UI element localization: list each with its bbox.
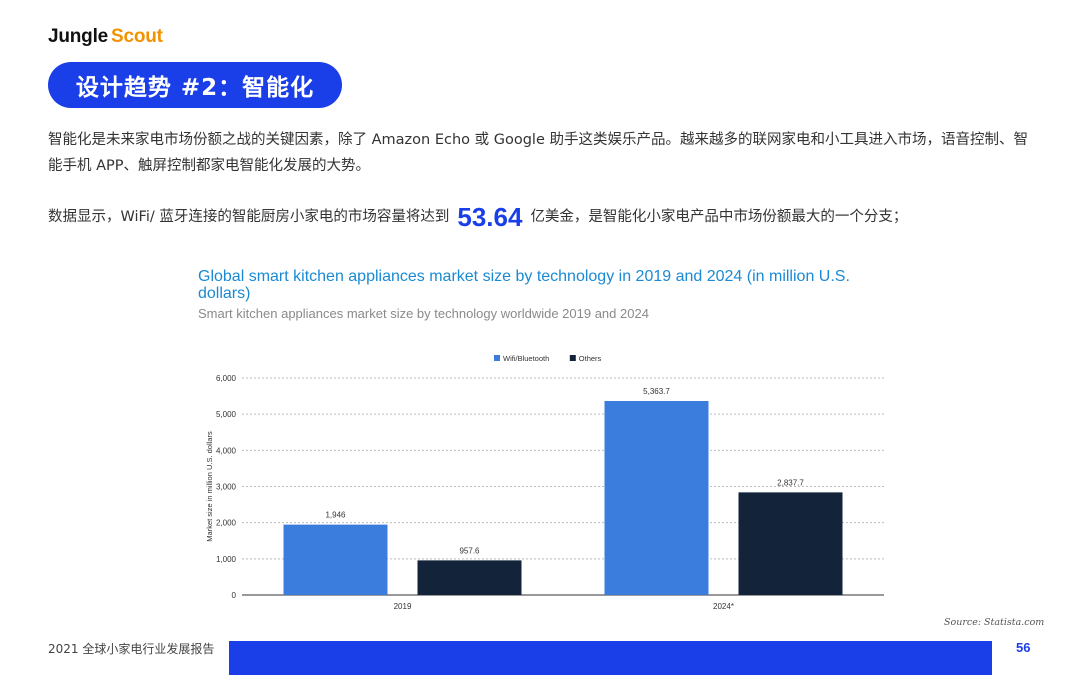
bar-wifi-bluetooth-1 xyxy=(604,401,709,595)
bar-chart: 0 1,000 2,000 3,000 4,000 5,000 6,000 Market si… xyxy=(205,354,884,611)
legend-swatch xyxy=(494,355,500,361)
x-tick-label: 2024* xyxy=(713,602,734,611)
bar-wifi-bluetooth-0 xyxy=(283,524,388,595)
y-tick-label: 3,000 xyxy=(216,483,237,492)
y-tick-label: 6,000 xyxy=(216,374,237,383)
data-label: 5,363.7 xyxy=(643,387,670,396)
legend-swatch xyxy=(569,355,576,361)
legend-label: Wifi/Bluetooth xyxy=(503,354,549,363)
x-tick-label: 2019 xyxy=(394,602,412,611)
bar-others-1 xyxy=(738,492,843,595)
y-tick-label: 2,000 xyxy=(216,519,237,528)
y-tick-label: 0 xyxy=(232,591,237,600)
data-label: 957.6 xyxy=(459,546,480,555)
footer-bar xyxy=(229,641,992,675)
data-label: 1,946 xyxy=(325,511,346,520)
y-axis-label: Market size in million U.S. dollars xyxy=(205,431,214,542)
legend-label: Others xyxy=(579,354,602,363)
y-tick-label: 1,000 xyxy=(216,555,237,564)
y-tick-label: 4,000 xyxy=(216,446,237,455)
source-note: Source: Statista.com xyxy=(944,617,1045,628)
footer-report-title: 2021 全球小家电行业发展报告 xyxy=(48,642,215,656)
data-label: 2,837.7 xyxy=(777,478,804,487)
page-number: 56 xyxy=(1016,640,1031,655)
y-tick-label: 5,000 xyxy=(216,410,237,419)
bar-others-0 xyxy=(417,560,522,595)
